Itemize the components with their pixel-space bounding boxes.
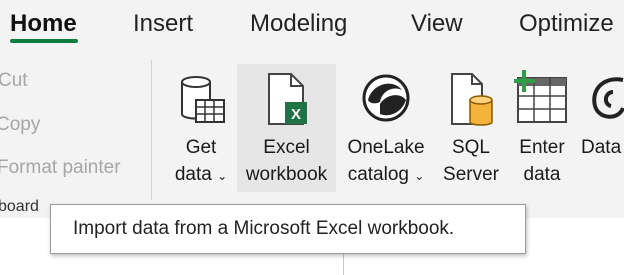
excel-file-icon: X bbox=[263, 70, 311, 133]
excel-workbook-button[interactable]: X Excel workbook bbox=[237, 64, 336, 192]
format-painter-button[interactable]: Format painter bbox=[0, 157, 121, 179]
enter-data-button[interactable]: Enter data bbox=[507, 64, 577, 192]
chevron-down-icon: ⌄ bbox=[217, 169, 228, 183]
excel-workbook-label: Excel workbook bbox=[245, 137, 328, 185]
onelake-catalog-label: OneLake catalog ⌄ bbox=[347, 137, 425, 185]
ribbon-tab-bar: Home Insert Modeling View Optimize bbox=[0, 0, 624, 50]
tab-optimize[interactable]: Optimize bbox=[519, 9, 614, 39]
dataverse-label: Data bbox=[581, 137, 622, 158]
sql-server-button[interactable]: SQL Server bbox=[437, 64, 505, 192]
clipboard-group-label: board bbox=[0, 198, 39, 215]
onelake-icon bbox=[358, 70, 414, 131]
database-table-icon bbox=[174, 70, 228, 131]
onelake-catalog-button[interactable]: OneLake catalog ⌄ bbox=[340, 64, 432, 192]
enter-data-label: Enter data bbox=[519, 137, 565, 185]
dataverse-button[interactable]: Data bbox=[578, 64, 624, 192]
dataverse-icon bbox=[583, 70, 624, 131]
tab-view[interactable]: View bbox=[411, 9, 463, 39]
chevron-down-icon: ⌄ bbox=[414, 169, 425, 183]
cut-button[interactable]: Cut bbox=[0, 70, 28, 92]
tab-modeling[interactable]: Modeling bbox=[250, 9, 347, 39]
sql-server-icon bbox=[446, 70, 496, 133]
get-data-button[interactable]: Get data ⌄ bbox=[166, 64, 236, 192]
tab-home[interactable]: Home bbox=[10, 9, 77, 39]
tab-insert[interactable]: Insert bbox=[133, 9, 193, 39]
active-tab-indicator bbox=[10, 39, 78, 43]
svg-text:X: X bbox=[290, 106, 300, 123]
tooltip-text: Import data from a Microsoft Excel workb… bbox=[73, 218, 455, 239]
group-separator bbox=[151, 60, 152, 200]
copy-button[interactable]: Copy bbox=[0, 114, 40, 136]
get-data-label: Get data ⌄ bbox=[174, 137, 228, 185]
enter-data-table-icon bbox=[513, 70, 570, 131]
tooltip: Import data from a Microsoft Excel workb… bbox=[50, 204, 526, 254]
sql-server-label: SQL Server bbox=[443, 137, 499, 185]
